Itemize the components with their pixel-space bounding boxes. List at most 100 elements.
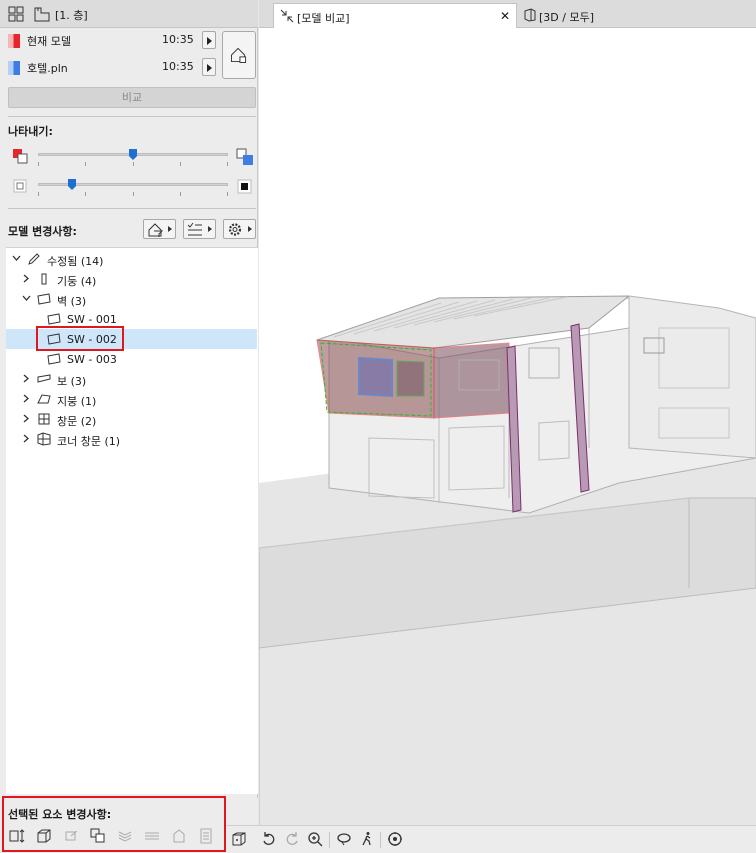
tree-item-label: 보 (3): [57, 375, 87, 388]
tree-item-label: 코너 창문 (1): [57, 435, 121, 448]
tree-item-label: SW - 003: [67, 353, 117, 366]
reference-model-swatch: [8, 61, 20, 75]
tree-item-label: SW - 001: [67, 313, 117, 326]
wall-icon: [47, 353, 61, 365]
tree-item-label: 기둥 (4): [57, 275, 97, 288]
tab-model-compare[interactable]: [모델 비교] ✕: [273, 3, 517, 28]
panel-header: [1. 층]: [0, 0, 258, 28]
view-tab-bar: [모델 비교] ✕ [3D / 모두]: [259, 0, 756, 28]
tab-3d-all[interactable]: [3D / 모두]: [519, 3, 755, 28]
display-title: 나타내기:: [8, 125, 53, 138]
tree-item-walls[interactable]: 벽 (3): [6, 289, 257, 309]
model-time: 10:35: [162, 60, 194, 73]
floor-label[interactable]: [1. 층]: [55, 7, 88, 23]
tree-item-sw-003[interactable]: SW - 003: [6, 349, 257, 369]
slider-thumb[interactable]: [68, 179, 76, 190]
building-swap-icon: [231, 47, 247, 63]
model-name: 호텔.pln: [27, 62, 68, 75]
reference-model-color-icon: [236, 148, 253, 165]
column-icon: [41, 273, 47, 285]
redo-view-icon[interactable]: [284, 831, 300, 847]
element-properties-icon[interactable]: [198, 828, 214, 844]
wall-icon: [47, 313, 61, 325]
window-icon: [38, 413, 50, 425]
current-model-swatch: [8, 34, 20, 48]
element-layer-icon[interactable]: [117, 828, 133, 844]
tree-item-roof[interactable]: 지붕 (1): [6, 389, 257, 409]
selected-changes-section: 선택된 요소 변경사항:: [0, 798, 258, 853]
tree-item-modified[interactable]: 수정됨 (14): [6, 249, 257, 269]
element-move-icon[interactable]: [63, 828, 79, 844]
settings-button[interactable]: [223, 219, 256, 239]
element-height-icon[interactable]: [9, 828, 25, 844]
tree-item-corner-windows[interactable]: 코너 창문 (1): [6, 429, 257, 449]
tree-item-windows[interactable]: 창문 (2): [6, 409, 257, 429]
app-window: [1. 층] 현재 모델 10:35 호텔.pln 10:35 비교 나타내기:: [0, 0, 756, 853]
changes-tree[interactable]: 수정됨 (14) 기둥 (4) 벽 (3) SW - 001 SW - 002: [6, 247, 258, 794]
beam-icon: [37, 374, 51, 383]
pencil-icon: [28, 253, 40, 265]
model-row-current: 현재 모델 10:35: [0, 28, 220, 52]
model-name: 현재 모델: [27, 35, 71, 48]
chevron-right-icon[interactable]: [22, 414, 31, 423]
changes-title: 모델 변경사항:: [8, 225, 77, 238]
model-time: 10:35: [162, 33, 194, 46]
opaque-icon: [237, 179, 252, 194]
tree-item-columns[interactable]: 기둥 (4): [6, 269, 257, 289]
element-profile-icon[interactable]: [171, 828, 187, 844]
building-model-render: [259, 295, 756, 825]
tree-item-label: 수정됨 (14): [47, 255, 104, 268]
grid-view-icon[interactable]: [7, 5, 25, 23]
chevron-right-icon[interactable]: [22, 274, 31, 283]
zoom-in-icon[interactable]: [307, 831, 323, 847]
compare-button[interactable]: 비교: [8, 87, 256, 108]
viewport-toolbar: [226, 825, 756, 853]
tab-label: [모델 비교]: [297, 12, 350, 25]
chevron-down-icon[interactable]: [12, 254, 21, 263]
walk-icon[interactable]: [359, 831, 375, 847]
element-volume-icon[interactable]: [36, 828, 52, 844]
compare-arrows-icon: [280, 9, 294, 23]
filter-house-icon: [148, 223, 164, 237]
opacity-slider[interactable]: [38, 179, 228, 199]
tab-label: [3D / 모두]: [539, 11, 594, 24]
divider: [380, 832, 381, 848]
tree-item-label: 창문 (2): [57, 415, 97, 428]
tree-item-label: SW - 002: [67, 333, 117, 346]
tree-item-sw-001[interactable]: SW - 001: [6, 309, 257, 329]
floor-plan-icon[interactable]: [33, 5, 51, 23]
tree-item-label: 벽 (3): [57, 295, 87, 308]
play-icon[interactable]: [202, 31, 216, 49]
chevron-down-icon[interactable]: [22, 294, 31, 303]
corner-window-icon: [37, 432, 51, 446]
explore-icon[interactable]: [387, 831, 403, 847]
3d-view-icon: [524, 8, 536, 22]
3d-viewport[interactable]: [259, 28, 756, 825]
chevron-right-icon[interactable]: [22, 394, 31, 403]
slider-thumb[interactable]: [129, 149, 137, 160]
list-options-button[interactable]: [183, 219, 216, 239]
orbit-icon[interactable]: [336, 831, 352, 847]
model-compare-panel: [1. 층] 현재 모델 10:35 호텔.pln 10:35 비교 나타내기:: [0, 0, 258, 853]
chevron-right-icon[interactable]: [22, 374, 31, 383]
divider: [8, 208, 256, 209]
3d-navigation-icon[interactable]: [231, 831, 247, 847]
undo-view-icon[interactable]: [261, 831, 277, 847]
color-blend-slider[interactable]: [38, 149, 228, 169]
divider: [329, 832, 330, 848]
chevron-right-icon[interactable]: [22, 434, 31, 443]
tree-item-sw-002[interactable]: SW - 002: [6, 329, 257, 349]
wall-icon: [37, 293, 51, 305]
close-icon[interactable]: ✕: [500, 9, 510, 23]
roof-icon: [37, 394, 51, 404]
wall-icon: [47, 333, 61, 345]
filter-button[interactable]: [143, 219, 176, 239]
tree-item-beams[interactable]: 보 (3): [6, 369, 257, 389]
checklist-icon: [187, 222, 202, 236]
element-surface-icon[interactable]: [144, 828, 160, 844]
transparent-icon: [13, 179, 27, 193]
play-icon[interactable]: [202, 58, 216, 76]
swap-models-button[interactable]: [222, 31, 256, 79]
current-model-color-icon: [13, 149, 28, 164]
element-copy-icon[interactable]: [90, 828, 106, 844]
